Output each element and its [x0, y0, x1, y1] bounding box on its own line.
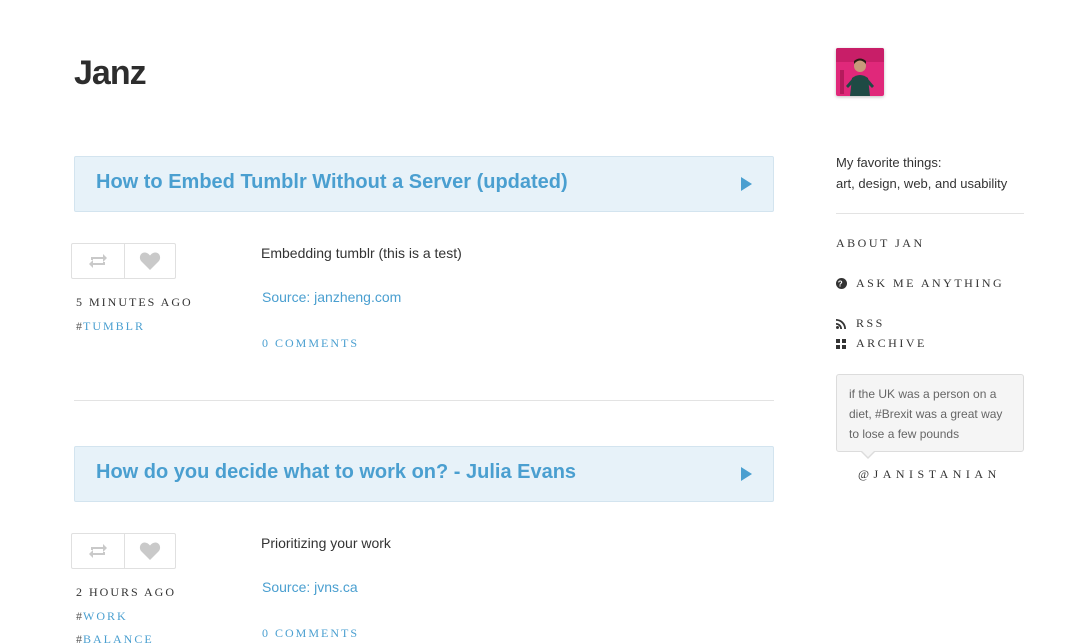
reblog-icon: [88, 254, 107, 268]
tweet-bubble-pointer-fill: [861, 450, 875, 457]
post-caption: Prioritizing your work: [261, 535, 391, 551]
post-comments-link[interactable]: 0 comments: [262, 336, 359, 351]
svg-text:?: ?: [838, 280, 845, 289]
sidebar-link-rss[interactable]: RSS: [836, 316, 885, 331]
question-circle-icon: ?: [836, 278, 848, 289]
post-timestamp[interactable]: 5 minutes ago: [76, 295, 193, 310]
post-caption: Embedding tumblr (this is a test): [261, 245, 462, 261]
play-arrow-icon[interactable]: [741, 177, 752, 191]
play-arrow-icon[interactable]: [741, 467, 752, 481]
sidebar-link-about[interactable]: About Jan: [836, 236, 925, 251]
post-actions: [71, 243, 176, 279]
sidebar-link-label[interactable]: Ask me anything: [856, 276, 1004, 291]
reblog-button[interactable]: [72, 244, 124, 278]
description-line: My favorite things:: [836, 155, 942, 170]
post-tag[interactable]: #tumblr: [76, 319, 145, 334]
post-source-link[interactable]: Source: janzheng.com: [262, 289, 401, 305]
heart-icon: [139, 542, 160, 560]
heart-icon: [139, 252, 160, 270]
avatar-image: [836, 48, 884, 96]
tag-hash: #: [76, 632, 83, 644]
post-link-box[interactable]: How to Embed Tumblr Without a Server (up…: [74, 156, 774, 212]
sidebar-divider: [836, 213, 1024, 214]
sidebar-link-label[interactable]: RSS: [856, 316, 885, 331]
sidebar-link-label[interactable]: Archive: [856, 336, 927, 351]
tag-hash: #: [76, 609, 83, 623]
sidebar-description: My favorite things: art, design, web, an…: [836, 152, 1007, 194]
post-comments-link[interactable]: 0 comments: [262, 626, 359, 641]
twitter-handle-link[interactable]: @janistanian: [858, 467, 1001, 482]
post-title[interactable]: How do you decide what to work on? - Jul…: [96, 461, 576, 484]
post-timestamp[interactable]: 2 hours ago: [76, 585, 176, 600]
tag-label[interactable]: tumblr: [83, 319, 145, 333]
post-source-link[interactable]: Source: jvns.ca: [262, 579, 358, 595]
like-button[interactable]: [123, 534, 176, 568]
reblog-button[interactable]: [72, 534, 124, 568]
description-line: art, design, web, and usability: [836, 176, 1008, 191]
sidebar-link-label[interactable]: About Jan: [836, 236, 925, 251]
post-tag[interactable]: #work: [76, 609, 128, 624]
latest-tweet[interactable]: if the UK was a person on a diet, #Brexi…: [836, 374, 1024, 452]
rss-icon: [836, 318, 848, 329]
tag-hash: #: [76, 319, 83, 333]
post-link-box[interactable]: How do you decide what to work on? - Jul…: [74, 446, 774, 502]
post-actions: [71, 533, 176, 569]
post-divider: [74, 400, 774, 401]
tag-label[interactable]: work: [83, 609, 128, 623]
post-title[interactable]: How to Embed Tumblr Without a Server (up…: [96, 171, 568, 194]
like-button[interactable]: [123, 244, 176, 278]
tag-label[interactable]: balance: [83, 632, 154, 644]
sidebar-link-ask[interactable]: ? Ask me anything: [836, 276, 1004, 291]
grid-icon: [836, 338, 848, 349]
blog-title[interactable]: Janz: [74, 54, 147, 93]
sidebar-link-archive[interactable]: Archive: [836, 336, 927, 351]
post-tag[interactable]: #balance: [76, 632, 154, 644]
avatar[interactable]: [836, 48, 884, 96]
reblog-icon: [88, 544, 107, 558]
